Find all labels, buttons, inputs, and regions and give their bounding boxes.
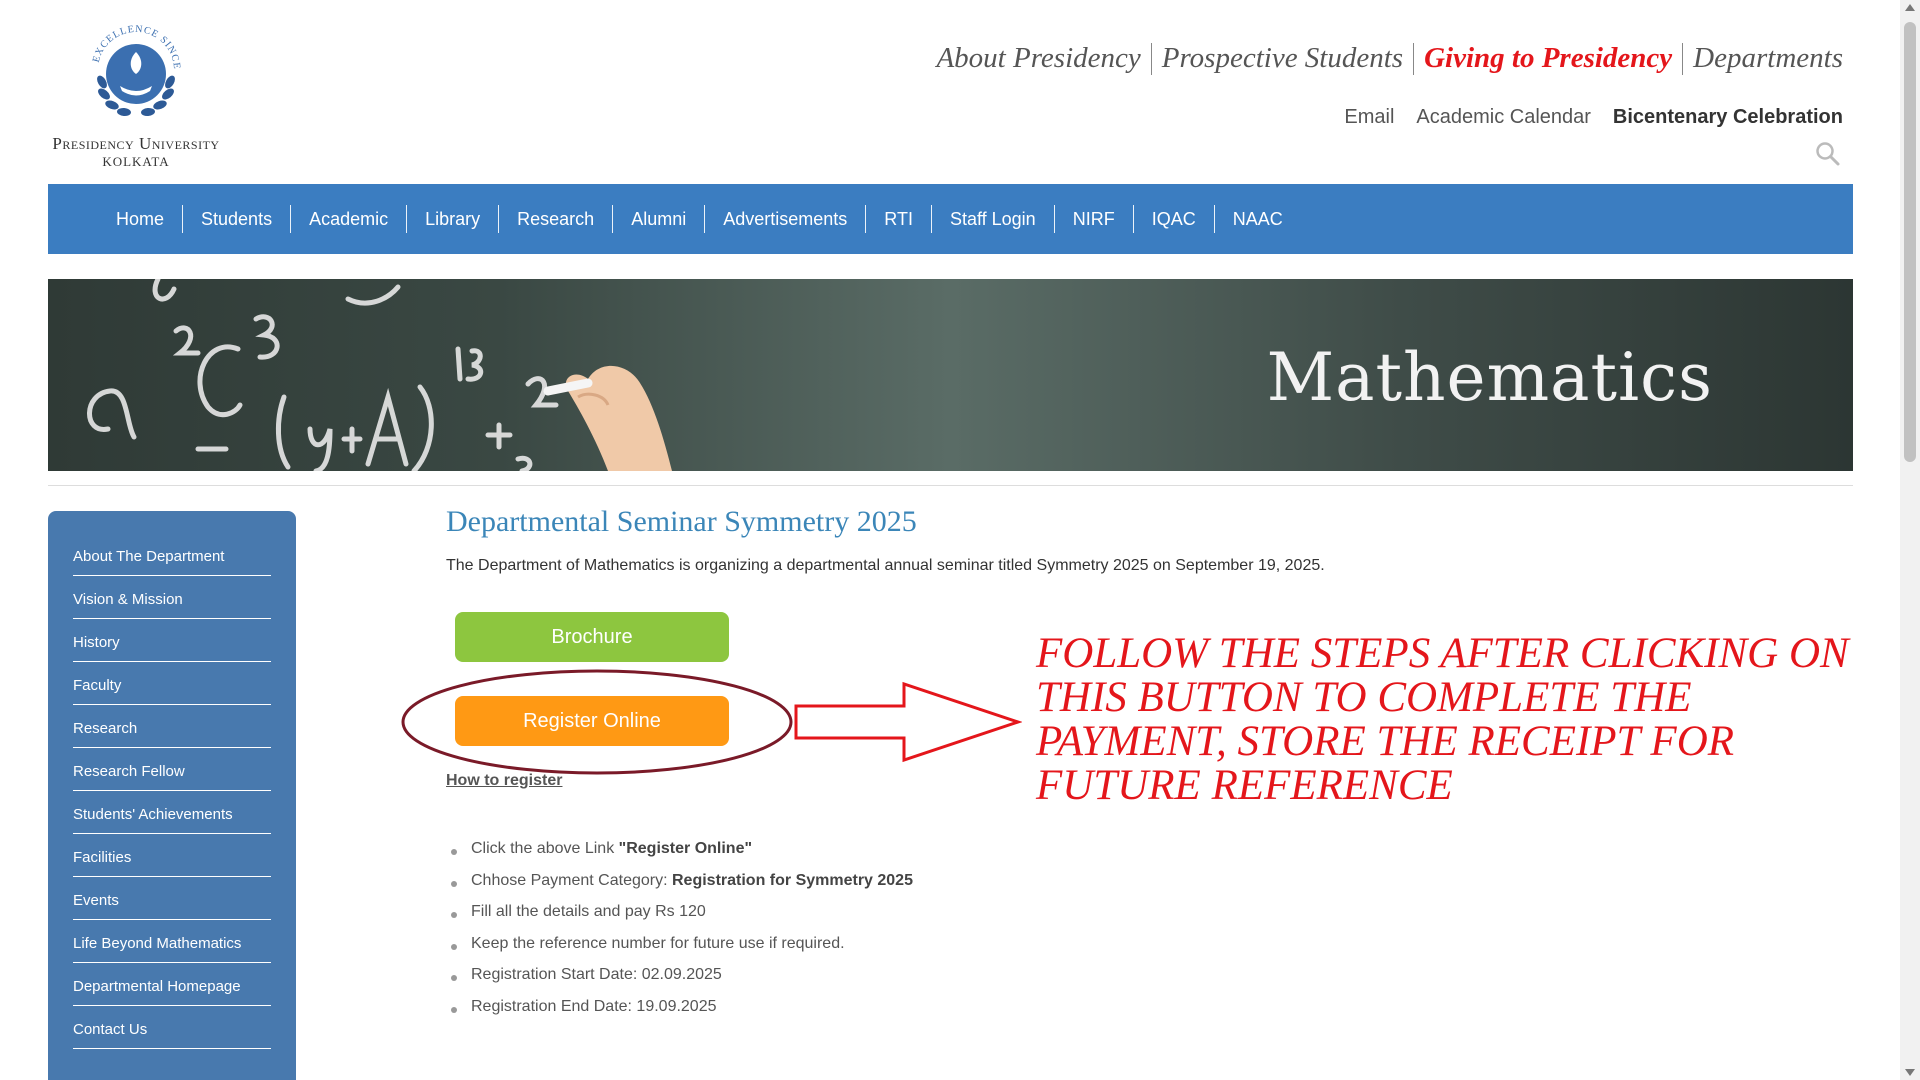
seminar-intro: The Department of Mathematics is organiz… (446, 557, 1325, 574)
list-item: Chhose Payment Category: Registration fo… (446, 870, 913, 902)
highlight-circle-annotation (401, 669, 793, 775)
arrow-right-icon (794, 681, 1022, 763)
list-item: Click the above Link "Register Online" (446, 838, 913, 870)
page-scrollbar[interactable] (1900, 0, 1920, 1080)
sidebar-item-contact[interactable]: Contact Us (73, 1006, 271, 1049)
top-nav-departments[interactable]: Departments (1683, 42, 1843, 75)
menu-rti[interactable]: RTI (866, 209, 931, 230)
sidebar-item-life-beyond[interactable]: Life Beyond Mathematics (73, 920, 271, 963)
scroll-down-icon[interactable] (1905, 1069, 1915, 1076)
menu-divider (1213, 205, 1215, 233)
menu-divider (406, 205, 408, 233)
academic-calendar-link[interactable]: Academic Calendar (1416, 106, 1591, 129)
list-item: Fill all the details and pay Rs 120 (446, 901, 913, 933)
sidebar-item-history[interactable]: History (73, 619, 271, 662)
menu-home[interactable]: Home (98, 209, 182, 230)
menu-divider (865, 205, 867, 233)
list-item: Registration Start Date: 02.09.2025 (446, 964, 913, 996)
how-to-register-link[interactable]: How to register (446, 772, 562, 790)
page-title: Departmental Seminar Symmetry 2025 (446, 505, 917, 538)
sidebar-item-facilities[interactable]: Facilities (73, 834, 271, 877)
sidebar-item-research[interactable]: Research (73, 705, 271, 748)
top-navigation: About Presidency Prospective Students Gi… (926, 42, 1843, 75)
chalkboard-formula-illustration (87, 279, 672, 471)
email-link[interactable]: Email (1344, 106, 1394, 129)
menu-divider (612, 205, 614, 233)
sidebar-item-dept-homepage[interactable]: Departmental Homepage (73, 963, 271, 1006)
logo-university-name: Presidency University (52, 134, 220, 153)
list-item: Registration End Date: 19.09.2025 (446, 996, 913, 1028)
sidebar-item-vision[interactable]: Vision & Mission (73, 576, 271, 619)
bicentenary-link[interactable]: Bicentenary Celebration (1613, 106, 1843, 129)
sidebar-item-about[interactable]: About The Department (73, 533, 271, 576)
content-divider (48, 485, 1853, 486)
search-icon[interactable] (1815, 141, 1841, 167)
menu-library[interactable]: Library (407, 209, 498, 230)
menu-iqac[interactable]: IQAC (1134, 209, 1214, 230)
top-nav-giving[interactable]: Giving to Presidency (1414, 42, 1682, 75)
menu-alumni[interactable]: Alumni (613, 209, 704, 230)
main-content: Departmental Seminar Symmetry 2025 The D… (446, 505, 1846, 575)
university-seal-icon: EXCELLENCE SINCE 1817 (76, 12, 181, 117)
sidebar-item-events[interactable]: Events (73, 877, 271, 920)
menu-divider (704, 205, 706, 233)
menu-divider (1053, 205, 1055, 233)
list-item: Keep the reference number for future use… (446, 933, 913, 965)
university-logo[interactable]: EXCELLENCE SINCE 1817 Presidency Univers… (46, 12, 226, 172)
scrollbar-thumb[interactable] (1904, 22, 1916, 462)
menu-divider (498, 205, 500, 233)
menu-academic[interactable]: Academic (291, 209, 406, 230)
registration-steps: Click the above Link "Register Online" C… (446, 838, 913, 1027)
top-nav-prospective[interactable]: Prospective Students (1152, 42, 1413, 75)
department-sidebar: About The Department Vision & Mission Hi… (48, 511, 296, 1080)
sidebar-item-research-fellow[interactable]: Research Fellow (73, 748, 271, 791)
menu-divider (930, 205, 932, 233)
menu-advertisements[interactable]: Advertisements (705, 209, 865, 230)
main-menu: Home Students Academic Library Research … (48, 184, 1853, 254)
menu-research[interactable]: Research (499, 209, 612, 230)
sidebar-item-faculty[interactable]: Faculty (73, 662, 271, 705)
banner-title: Mathematics (1266, 339, 1713, 416)
menu-students[interactable]: Students (183, 209, 290, 230)
menu-staff-login[interactable]: Staff Login (932, 209, 1054, 230)
menu-divider (1132, 205, 1134, 233)
department-banner: Mathematics (48, 279, 1853, 471)
menu-divider (290, 205, 292, 233)
top-nav-about[interactable]: About Presidency (926, 42, 1150, 75)
menu-nirf[interactable]: NIRF (1055, 209, 1133, 230)
menu-divider (182, 205, 184, 233)
logo-city: KOLKATA (102, 154, 170, 169)
sidebar-item-achievements[interactable]: Students' Achievements (73, 791, 271, 834)
utility-navigation: Email Academic Calendar Bicentenary Cele… (1344, 106, 1843, 129)
menu-naac[interactable]: NAAC (1215, 209, 1301, 230)
scroll-up-icon[interactable] (1905, 4, 1915, 11)
brochure-button[interactable]: Brochure (455, 612, 729, 662)
instruction-annotation: FOLLOW THE STEPS AFTER CLICKING ON THIS … (1036, 630, 1849, 809)
